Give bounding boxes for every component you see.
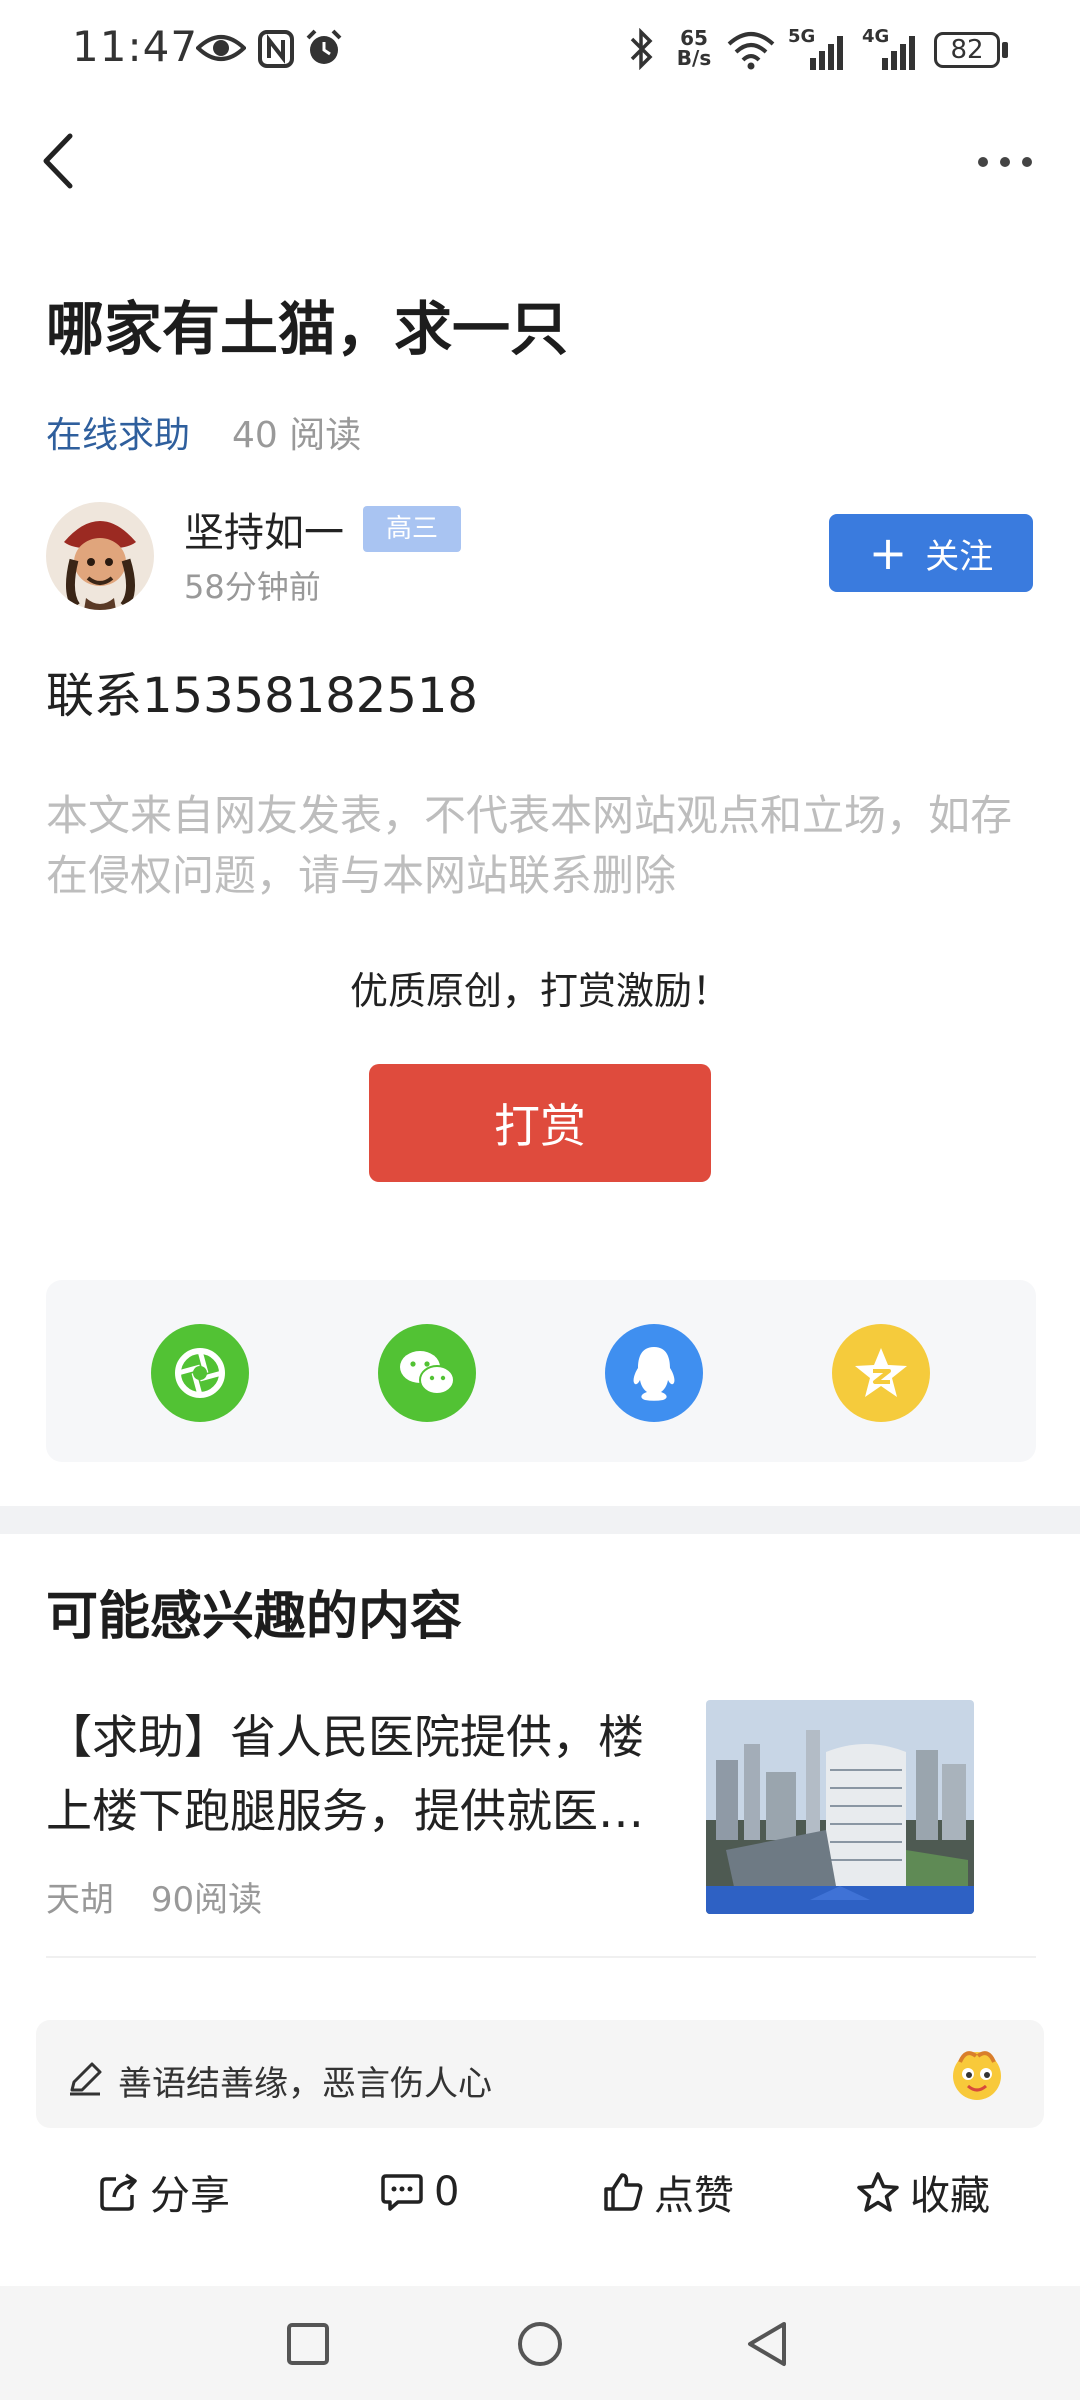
moments-icon: [175, 1348, 225, 1398]
network-speed-value: 65: [680, 26, 708, 50]
disclaimer-text: 本文来自网友发表，不代表本网站观点和立场，如存在侵权问题，请与本网站联系删除: [46, 791, 1013, 900]
comment-button[interactable]: 0: [380, 2162, 459, 2222]
pencil-icon: [70, 2062, 102, 2096]
wechat-icon: [400, 1351, 455, 1395]
share-icon: [100, 2173, 137, 2211]
system-nav-bar: [0, 2286, 1080, 2400]
like-button[interactable]: 点赞: [602, 2162, 734, 2222]
status-time: 11:47: [72, 22, 199, 71]
related-item-author: 天胡: [46, 1880, 114, 1920]
like-label: 点赞: [654, 2173, 734, 2219]
reward-prompt: 优质原创，打赏激励！: [349, 969, 730, 1013]
post-time: 58分钟前: [184, 568, 321, 606]
related-heading: 可能感兴趣的内容: [46, 1587, 463, 1647]
hospital-photo-image: [706, 1700, 974, 1914]
nav-back-icon[interactable]: [744, 2320, 790, 2368]
author-name[interactable]: 坚持如一: [184, 500, 344, 558]
star-icon: [857, 2172, 899, 2212]
related-item-reads: 90阅读: [150, 1880, 263, 1920]
post-body: 联系15358182518: [46, 668, 478, 724]
grade-badge: 高三: [363, 506, 461, 552]
plus-icon: +: [868, 526, 908, 580]
follow-label: 关注: [925, 536, 994, 577]
signal-2-icon: [882, 36, 915, 70]
list-separator: [46, 1956, 1036, 1958]
wechat-share-button[interactable]: [378, 1324, 476, 1422]
comment-placeholder: 善语结善缘，恶言伤人心: [118, 2064, 492, 2104]
status-bar: 11:47 65 B/s 5G 4G 82: [0, 0, 1080, 100]
reward-button[interactable]: 打赏: [369, 1064, 711, 1182]
related-item-meta: 天胡 90阅读: [46, 1872, 262, 1921]
thumbs-up-icon: [604, 2173, 643, 2211]
home-icon[interactable]: [516, 2320, 564, 2368]
qq-share-button[interactable]: [605, 1324, 703, 1422]
recent-apps-icon[interactable]: [286, 2322, 330, 2366]
nfc-icon: [258, 30, 294, 68]
battery-indicator: 82: [934, 32, 1000, 68]
read-count: 40 阅读: [232, 415, 362, 456]
favorite-button[interactable]: 收藏: [856, 2162, 990, 2222]
battery-tip: [1002, 42, 1008, 58]
back-button[interactable]: [36, 128, 96, 194]
post-title: 哪家有土猫，求一只: [46, 295, 569, 363]
battery-level: 82: [950, 35, 984, 65]
comment-icon: [381, 2174, 423, 2211]
moments-share-button[interactable]: [151, 1324, 249, 1422]
bluetooth-icon: [630, 28, 653, 70]
network-speed: 65 B/s: [672, 28, 716, 68]
share-label: 分享: [150, 2173, 230, 2219]
related-item-thumbnail[interactable]: [706, 1700, 974, 1914]
emoji-icon[interactable]: [946, 2044, 1008, 2104]
alarm-icon: [306, 29, 342, 64]
favorite-label: 收藏: [910, 2173, 990, 2219]
follow-button[interactable]: + 关注: [829, 514, 1033, 592]
comment-count: 0: [434, 2169, 460, 2215]
eye-icon: [196, 35, 246, 61]
avatar[interactable]: [46, 502, 154, 610]
avatar-image: [46, 502, 154, 610]
wifi-icon: [727, 32, 775, 70]
category-link[interactable]: 在线求助: [46, 406, 190, 458]
qq-icon: [633, 1347, 675, 1401]
section-divider: [0, 1506, 1080, 1534]
network-speed-unit: B/s: [676, 46, 712, 70]
qzone-share-button[interactable]: [832, 1324, 930, 1422]
share-button[interactable]: 分享: [98, 2162, 230, 2222]
related-item-title[interactable]: 【求助】省人民医院提供，楼上楼下跑腿服务，提供就医…: [46, 1700, 686, 1848]
qzone-icon: [855, 1348, 907, 1397]
signal-1-icon: [810, 36, 843, 70]
more-options-icon[interactable]: [975, 140, 1035, 180]
